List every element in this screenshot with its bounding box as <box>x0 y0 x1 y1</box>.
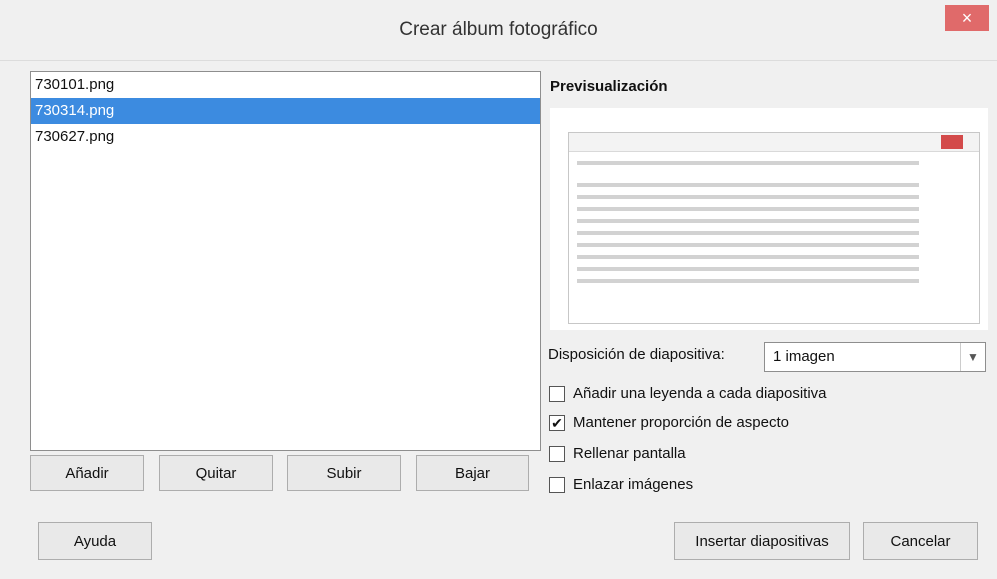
cancel-button[interactable]: Cancelar <box>863 522 978 560</box>
fill-screen-checkbox[interactable] <box>549 446 565 462</box>
preview-image <box>550 108 988 330</box>
title-bar: Crear álbum fotográfico × <box>0 0 997 61</box>
photo-album-dialog: 730101.png 730314.png 730627.png Añadir … <box>12 61 988 569</box>
chevron-down-icon[interactable]: ▼ <box>960 343 985 371</box>
file-item[interactable]: 730627.png <box>31 124 540 150</box>
remove-button[interactable]: Quitar <box>159 455 273 491</box>
close-icon[interactable]: × <box>945 5 989 31</box>
slide-layout-select[interactable]: 1 imagen ▼ <box>764 342 986 372</box>
link-images-checkbox[interactable] <box>549 477 565 493</box>
preview-label: Previsualización <box>550 78 668 95</box>
move-up-button[interactable]: Subir <box>287 455 401 491</box>
insert-slides-button[interactable]: Insertar diapositivas <box>674 522 850 560</box>
link-images-label: Enlazar imágenes <box>573 476 694 493</box>
fill-screen-label: Rellenar pantalla <box>573 445 686 462</box>
caption-label: Añadir una leyenda a cada diapositiva <box>573 385 827 402</box>
window-title: Crear álbum fotográfico <box>399 19 598 40</box>
help-button[interactable]: Ayuda <box>38 522 152 560</box>
preview-thumbnail <box>568 132 980 324</box>
keep-aspect-checkbox[interactable]: ✔ <box>549 415 565 431</box>
file-item-selected[interactable]: 730314.png <box>31 98 540 124</box>
keep-aspect-label: Mantener proporción de aspecto <box>573 414 789 431</box>
slide-layout-value: 1 imagen <box>773 348 835 365</box>
image-file-list[interactable]: 730101.png 730314.png 730627.png <box>30 71 541 451</box>
caption-checkbox[interactable] <box>549 386 565 402</box>
file-item[interactable]: 730101.png <box>31 72 540 98</box>
add-button[interactable]: Añadir <box>30 455 144 491</box>
move-down-button[interactable]: Bajar <box>416 455 529 491</box>
slide-layout-label: Disposición de diapositiva: <box>548 346 725 363</box>
